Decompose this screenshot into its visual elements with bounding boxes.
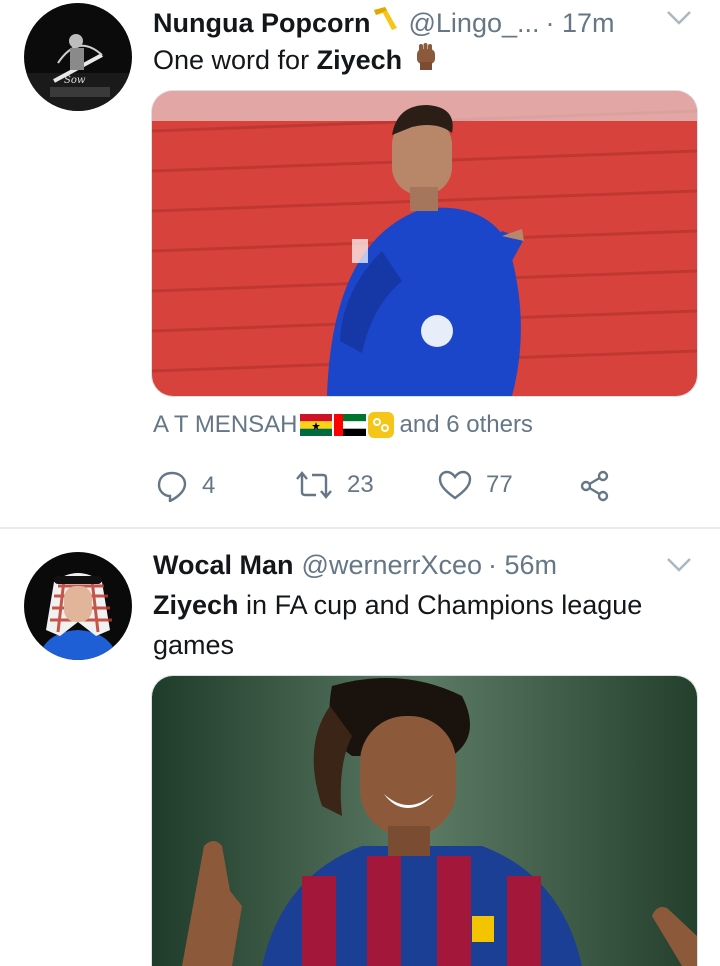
reply-icon (157, 471, 187, 502)
tweet-photo[interactable] (151, 90, 698, 397)
chevron-down-icon[interactable] (666, 557, 692, 573)
tweet-photo[interactable] (151, 675, 698, 966)
reply-count: 4 (202, 472, 216, 499)
football-player-photo (152, 676, 697, 966)
tweet-1[interactable]: Sow Nungua Popcorn @Lingo_... · 17m One … (0, 0, 720, 528)
tweet-header: Wocal Man @wernerrXceo · 56m (153, 550, 557, 581)
tweet-text-bold: Ziyech (153, 590, 239, 620)
tweet-2[interactable]: Wocal Man @wernerrXceo · 56m Ziyech in F… (0, 529, 720, 966)
share-icon (580, 470, 609, 502)
timestamp[interactable]: · 56m (488, 550, 557, 581)
heart-icon (438, 470, 472, 500)
liked-by-others[interactable]: and 6 others (400, 411, 533, 439)
avatar-image (24, 552, 132, 660)
raised-fist-icon (410, 40, 442, 83)
tweet-header: Nungua Popcorn @Lingo_... · 17m (153, 4, 615, 39)
avatar[interactable]: Sow (24, 3, 132, 111)
ghana-flag-icon (299, 414, 332, 436)
reply-button[interactable]: 4 (156, 470, 215, 502)
boomerang-icon (371, 4, 401, 39)
tweet-text-prefix: One word for (153, 45, 317, 75)
tweet-text: Ziyech in FA cup and Champions league ga… (153, 585, 693, 665)
display-name[interactable]: Wocal Man (153, 550, 294, 581)
retweet-icon (296, 471, 332, 499)
retweet-button[interactable]: 23 (295, 470, 374, 500)
tweet-actions: 4 23 77 (0, 470, 720, 510)
like-count: 77 (486, 471, 513, 498)
tweet-text-bold: Ziyech (316, 45, 403, 75)
handle[interactable]: @wernerrXceo (302, 550, 482, 581)
like-button[interactable]: 77 (438, 470, 513, 500)
uae-flag-icon (333, 414, 366, 436)
display-name[interactable]: Nungua Popcorn (153, 8, 371, 39)
handle[interactable]: @Lingo_... (409, 8, 540, 39)
avatar-image: Sow (24, 3, 132, 111)
tweet-text: One word for Ziyech (153, 40, 693, 83)
chevron-down-icon[interactable] (666, 10, 692, 26)
svg-text:Sow: Sow (64, 75, 86, 86)
avatar[interactable] (24, 552, 132, 660)
liked-by[interactable]: A T MENSAH and 6 others (153, 411, 533, 439)
share-button[interactable] (579, 470, 611, 502)
timestamp[interactable]: · 17m (546, 8, 615, 39)
football-player-photo (152, 91, 697, 396)
cancer-zodiac-icon (367, 412, 394, 438)
liker-name[interactable]: A T MENSAH (153, 411, 298, 439)
retweet-count: 23 (347, 471, 374, 498)
